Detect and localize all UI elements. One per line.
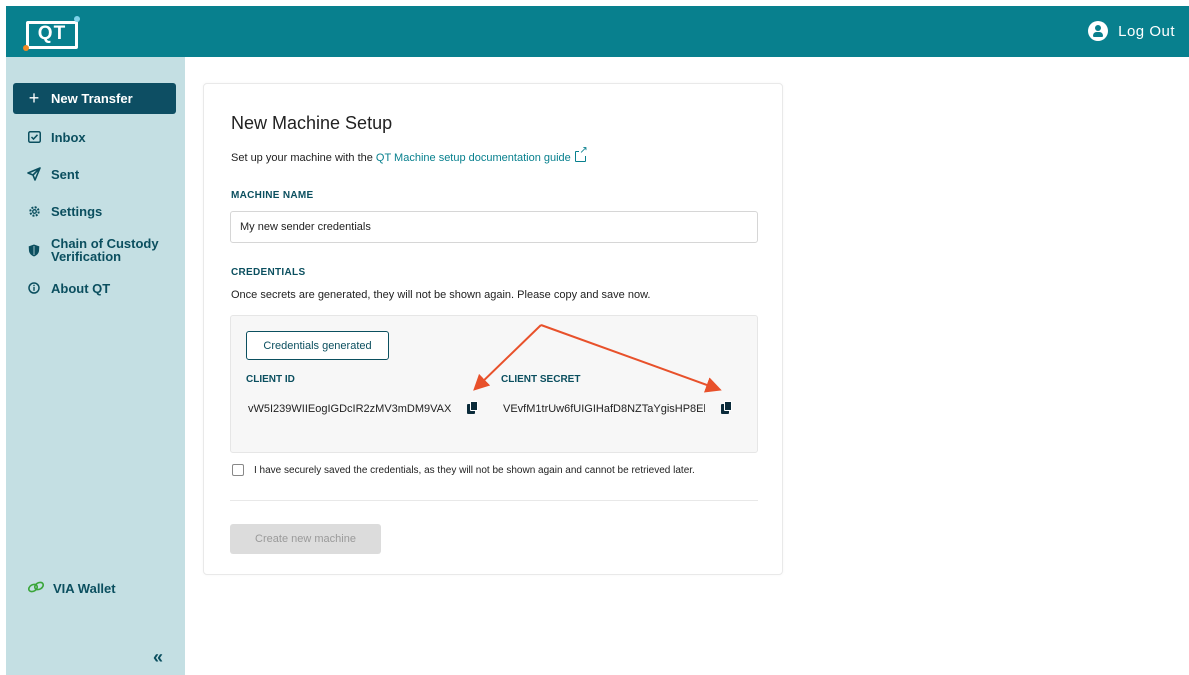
send-icon	[27, 167, 41, 181]
sidebar-item-about[interactable]: About QT	[13, 279, 176, 297]
shield-icon	[27, 243, 41, 257]
sidebar-item-inbox[interactable]: Inbox	[13, 128, 176, 146]
user-avatar-icon	[1088, 21, 1109, 41]
inbox-icon	[27, 130, 41, 144]
sidebar-item-new-transfer[interactable]: + New Transfer	[13, 83, 176, 114]
app-window: QT Log Out + New Transfer Inbox Sent Set…	[6, 6, 1189, 675]
subtitle-text: Set up your machine with the	[231, 152, 376, 164]
link-chain-icon	[27, 581, 45, 596]
sidebar-item-label: Settings	[51, 203, 103, 219]
sidebar-item-label: Sent	[51, 166, 80, 182]
machine-name-input[interactable]	[230, 211, 758, 243]
collapse-sidebar-button[interactable]: «	[153, 647, 163, 668]
sidebar-item-chain-of-custody[interactable]: Chain of Custody Verification	[13, 235, 176, 265]
sidebar-item-label: About QT	[51, 280, 111, 296]
page-title: New Machine Setup	[231, 113, 393, 133]
top-bar: QT Log Out	[6, 6, 1189, 57]
credentials-note: Once secrets are generated, they will no…	[231, 289, 651, 301]
sidebar-item-settings[interactable]: Settings	[13, 202, 176, 220]
plus-icon: +	[28, 88, 40, 108]
documentation-guide-link[interactable]: QT Machine setup documentation guide	[376, 152, 571, 164]
copy-client-id-icon[interactable]	[467, 400, 481, 415]
client-id-label: CLIENT ID	[246, 374, 295, 385]
sidebar-item-label: New Transfer	[51, 91, 133, 106]
logout-label: Log Out	[1118, 22, 1175, 40]
copy-icon-front	[470, 401, 478, 411]
credentials-generated-button[interactable]: Credentials generated	[246, 331, 389, 360]
client-secret-label: CLIENT SECRET	[501, 374, 581, 385]
client-id-value: vW5I239WIIEogIGDcIR2zMV3mDM9VAX	[248, 403, 452, 415]
sidebar: + New Transfer Inbox Sent Settings Chain…	[6, 57, 185, 675]
sidebar-item-sent[interactable]: Sent	[13, 165, 176, 183]
logo-dot-blue	[74, 16, 80, 22]
save-confirmation-checkbox[interactable]	[232, 464, 244, 476]
create-machine-button[interactable]: Create new machine	[230, 524, 381, 554]
copy-client-secret-icon[interactable]	[721, 400, 735, 415]
logo-dot-orange	[23, 45, 29, 51]
gear-icon	[27, 204, 41, 218]
credentials-label: CREDENTIALS	[231, 267, 306, 278]
copy-icon-front	[724, 401, 732, 411]
credentials-panel: Credentials generated CLIENT ID vW5I239W…	[230, 315, 758, 453]
logo-text: QT	[37, 23, 67, 44]
machine-name-label: MACHINE NAME	[231, 190, 314, 201]
divider	[230, 500, 758, 501]
via-wallet-label: VIA Wallet	[53, 581, 116, 596]
external-link-icon[interactable]	[574, 146, 588, 162]
qt-logo[interactable]: QT	[23, 16, 80, 51]
logout-button[interactable]: Log Out	[1088, 19, 1175, 43]
sidebar-item-label-line2: Verification	[51, 249, 122, 264]
save-confirmation-row: I have securely saved the credentials, a…	[232, 464, 695, 476]
via-wallet-link[interactable]: VIA Wallet	[27, 581, 116, 596]
save-confirmation-text: I have securely saved the credentials, a…	[254, 464, 695, 476]
machine-setup-card: New Machine Setup Set up your machine wi…	[203, 83, 783, 575]
setup-subtitle: Set up your machine with the QT Machine …	[231, 146, 588, 164]
sidebar-item-label: Chain of Custody Verification	[51, 237, 159, 263]
info-icon	[27, 281, 41, 295]
client-secret-value: VEvfM1trUw6fUIGIHafD8NZTaYgisHP8El	[503, 403, 705, 415]
sidebar-item-label: Inbox	[51, 129, 86, 145]
